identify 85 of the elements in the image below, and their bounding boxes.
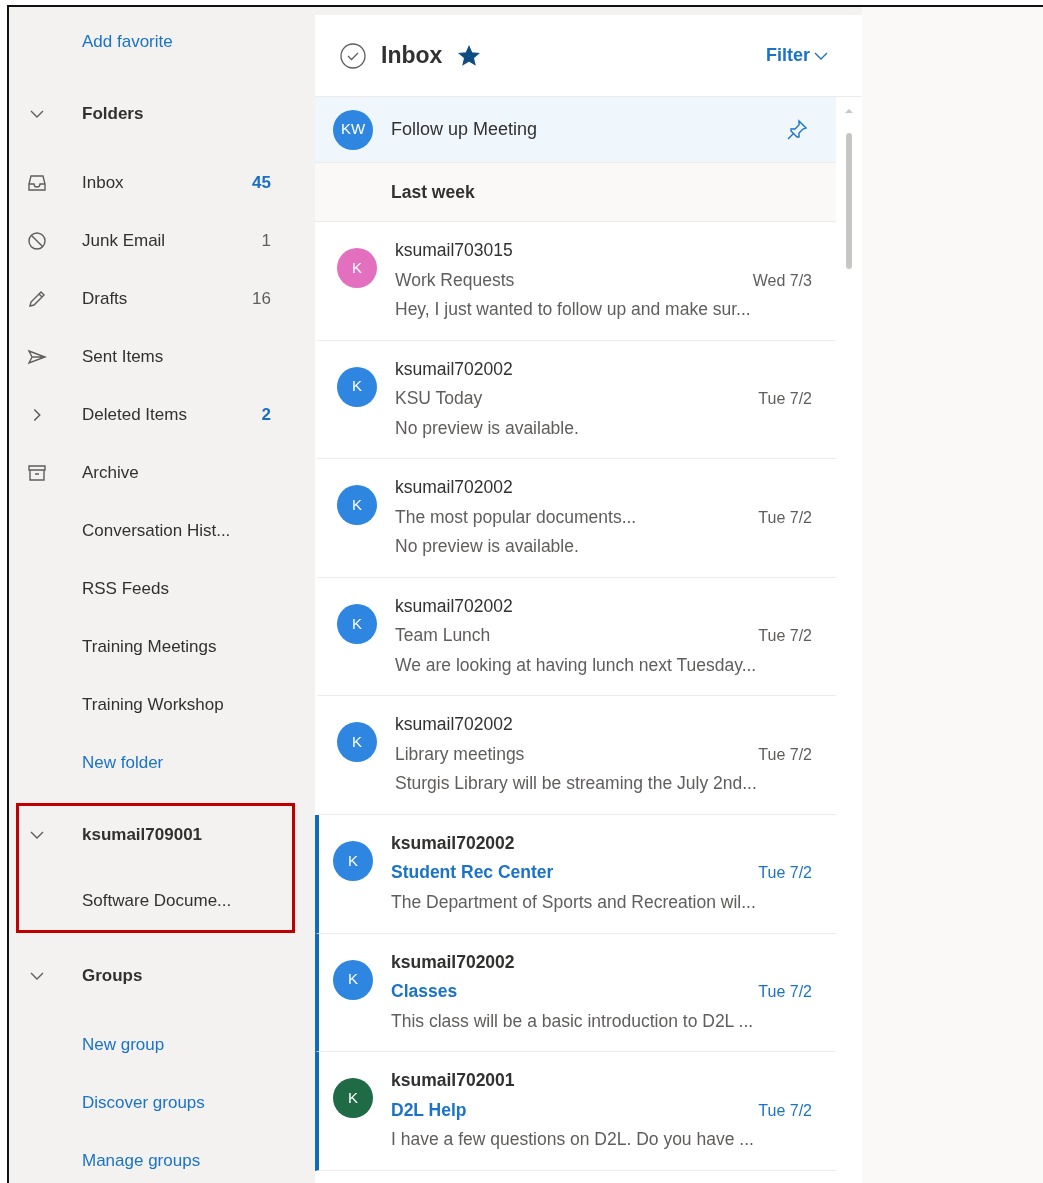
message-item[interactable]: K ksumail702002 Team Lunch Tue 7/2 We are looking at having lunch next Tuesday... [315,577,836,697]
section-header[interactable]: ksumail709001 [19,806,292,864]
avatar: K [333,959,373,1000]
message-subject: Work Requests [395,268,515,292]
folder-item[interactable]: Software Docume... [19,872,292,930]
sidebar-link[interactable]: Manage groups [9,1132,315,1183]
message-item[interactable]: K ksumail702002 KSU Today Tue 7/2 No preview is available. [315,340,836,460]
message-item[interactable]: K ksumail703015 Work Requests Wed 7/3 Hey, I just wanted to follow up and make sur... [315,222,836,341]
avatar: K [337,603,377,644]
archive-icon [26,462,48,484]
message-subject: Classes [391,980,458,1004]
avatar: K [333,1078,373,1119]
message-item[interactable]: K ksumail702002 Student Rec Center Tue 7/2 The Department of Sports and Recreation wil... [315,814,836,934]
message-item[interactable]: K ksumail702002 Library meetings Tue 7/2 Sturgis Library will be streaming the July 2nd... [315,696,836,815]
folder-item[interactable]: RSS Feeds [9,560,315,618]
message-preview: I have a few questions on D2L. Do you have ... [391,1128,755,1152]
folder-item[interactable]: Inbox 45 [9,154,315,212]
chevron-down-icon [814,50,828,61]
folder-item[interactable]: Training Workshop [9,676,315,734]
avatar: K [333,840,373,881]
section-header[interactable]: Folders [19,85,292,143]
message-date: Wed 7/3 [752,270,812,291]
avatar: KW [333,109,373,150]
sidebar-link[interactable]: New folder [9,734,315,792]
message-date: Tue 7/2 [758,626,812,647]
message-preview: This class will be a basic introduction to D2L ... [391,1009,755,1033]
avatar: K [337,248,377,288]
message-preview: We are looking at having lunch next Tuesday... [395,653,758,677]
message-preview: The Department of Sports and Recreation wil... [391,890,757,914]
section-header[interactable]: Groups [19,947,292,1005]
sidebar-link[interactable]: Discover groups [9,1074,315,1132]
message-date: Tue 7/2 [758,982,812,1003]
avatar: K [337,722,377,763]
message-item[interactable]: K ksumail702001 D2L Help Tue 7/2 I have a few questions on D2L. Do you have ... [315,1052,836,1171]
unread-count: 45 [252,172,271,195]
message-subject: KSU Today [395,387,483,411]
message-subject: Student Rec Center [391,861,554,885]
avatar: K [337,485,377,526]
star-icon[interactable] [458,44,481,67]
pinned-message[interactable]: KW Follow up Meeting [315,97,836,163]
folder-item[interactable]: Drafts 16 [9,270,315,328]
message-item[interactable]: K ksumail702002 Classes Tue 7/2 This class will be a basic introduction to D2L ... [315,933,836,1053]
message-date: Tue 7/2 [758,863,812,884]
pin-icon[interactable] [786,118,808,141]
select-all-icon[interactable] [339,41,367,70]
sender-name: ksumail702002 [395,357,514,381]
sender-name: ksumail702002 [395,594,514,618]
folder-item[interactable]: Deleted Items 2 [9,386,315,444]
folder-item[interactable]: Archive [9,444,315,502]
group-label: Last week [315,163,836,222]
folder-title: Inbox [381,41,443,71]
unread-count: 2 [261,404,271,427]
inbox-icon [26,172,48,194]
sidebar-link[interactable]: New group [9,1016,315,1074]
message-preview: No preview is available. [395,535,580,559]
sender-name: ksumail702002 [391,831,516,855]
unread-count: 1 [261,230,271,253]
folder-item[interactable]: Sent Items [9,328,315,386]
folder-item[interactable]: Junk Email 1 [9,212,315,270]
add-favorite-link[interactable]: Add favorite [9,13,315,71]
message-preview: No preview is available. [395,416,580,440]
message-subject: Team Lunch [395,624,491,648]
message-item[interactable]: K ksumail702002 The most popular documents... Tue 7/2 No preview is available. [315,459,836,578]
message-subject: The most popular documents... [395,505,637,529]
sender-name: ksumail702002 [395,476,514,500]
message-subject: Library meetings [395,742,525,766]
message-date: Tue 7/2 [758,744,812,765]
message-preview: Hey, I just wanted to follow up and make sur... [395,298,752,321]
message-date: Tue 7/2 [758,1100,812,1121]
sender-name: ksumail703015 [395,239,514,262]
folder-item[interactable]: Conversation Hist... [9,502,315,560]
filter-button[interactable]: Filter [766,42,828,69]
message-subject: Follow up Meeting [391,118,538,141]
folder-item[interactable]: Training Meetings [9,618,315,676]
unread-count: 16 [252,288,271,311]
sender-name: ksumail702001 [391,1069,516,1093]
chevron-right-icon[interactable] [33,408,41,422]
sender-name: ksumail702002 [395,713,514,737]
sender-name: ksumail702002 [391,950,516,974]
message-date: Tue 7/2 [758,507,812,528]
message-date: Tue 7/2 [758,389,812,410]
avatar: K [337,366,377,407]
blocked-icon [26,230,48,252]
message-subject: D2L Help [391,1098,467,1122]
message-preview: Sturgis Library will be streaming the July 2nd... [395,772,758,796]
